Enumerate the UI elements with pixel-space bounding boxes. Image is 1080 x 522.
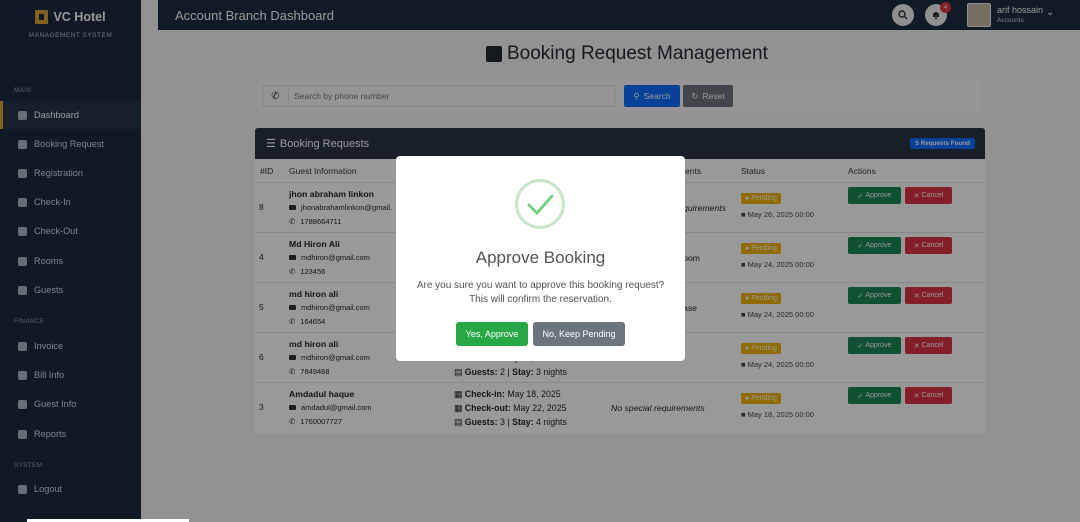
dialog-message: Are you sure you want to approve this bo… <box>396 279 685 306</box>
dialog-message-line: Are you sure you want to approve this bo… <box>416 280 665 291</box>
keep-pending-button[interactable]: No, Keep Pending <box>533 322 625 346</box>
dialog-message-line: This will confirm the reservation. <box>469 293 612 305</box>
dialog-title: Approve Booking <box>475 248 606 267</box>
success-check-icon <box>515 179 565 229</box>
confirm-approve-button[interactable]: Yes, Approve <box>456 322 528 346</box>
approve-dialog: Approve Booking Are you sure you want to… <box>396 156 685 361</box>
